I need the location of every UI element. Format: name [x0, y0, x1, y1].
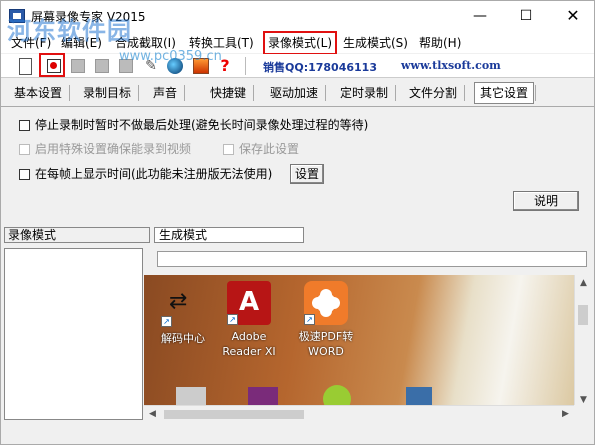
toolbar-separator — [245, 57, 246, 75]
scrollbar-corner — [574, 405, 591, 422]
option-label: 保存此设置 — [239, 142, 300, 156]
tab-generate-mode[interactable]: 生成模式 — [154, 227, 304, 243]
tab-scheduled-record[interactable]: 定时录制 — [335, 83, 397, 103]
website-link[interactable]: www.tlxsoft.com — [401, 59, 501, 72]
option-save-settings[interactable]: 保存此设置 — [223, 140, 299, 157]
menu-bar: 文件(F) 编辑(E) 合成截取(I) 转换工具(T) 录像模式(L) 生成模式… — [1, 31, 594, 55]
globe-icon[interactable] — [167, 58, 183, 74]
settings-tabs: 基本设置 录制目标 声音 快捷键 驱动加速 定时录制 文件分割 其它设置 — [1, 81, 594, 105]
minimize-button[interactable]: — — [457, 1, 503, 31]
other-settings-panel: 停止录制时暂时不做最后处理(避免长时间录像处理过程的等待) 启用特殊设置确保能录… — [1, 106, 594, 224]
toolbar: ✎ ? 销售QQ:178046113 www.tlxsoft.com — [1, 53, 594, 78]
desktop-icon-label: 解码中心 — [161, 332, 205, 345]
generate-mode-panel: 生成模式 ⇄ ↗ 解码中心 A ↗ Adobe Reader XI ↗ 极速PD… — [144, 227, 594, 422]
desktop-icon-adobe-reader[interactable]: A ↗ Adobe Reader XI — [216, 281, 282, 359]
close-button[interactable]: ✕ — [550, 1, 594, 31]
decode-arrows-icon: ⇄ ↗ — [161, 283, 205, 327]
disabled-tool-icon[interactable] — [95, 59, 109, 73]
option-show-time[interactable]: 在每帧上显示时间(此功能未注册版无法使用) — [19, 165, 272, 182]
tab-record-mode[interactable]: 录像模式 — [4, 227, 150, 243]
scroll-thumb[interactable] — [164, 410, 304, 419]
tab-basic-settings[interactable]: 基本设置 — [9, 83, 71, 103]
help-icon[interactable]: ? — [215, 56, 235, 76]
option-label: 停止录制时暂时不做最后处理(避免长时间录像处理过程的等待) — [35, 118, 369, 132]
description-button[interactable]: 说明 — [513, 191, 579, 211]
checkbox[interactable] — [19, 169, 30, 180]
desktop-icon-pdf-to-word[interactable]: ↗ 极速PDF转WORD — [293, 281, 359, 359]
tab-driver-acceleration[interactable]: 驱动加速 — [265, 83, 327, 103]
title-bar[interactable]: 屏幕录像专家 V2015 — ☐ ✕ — [1, 1, 594, 31]
desktop-icon-decode-center[interactable]: ⇄ ↗ 解码中心 — [150, 283, 216, 346]
shortcut-arrow-icon: ↗ — [161, 316, 172, 327]
shortcut-arrow-icon: ↗ — [304, 314, 315, 325]
tab-file-split[interactable]: 文件分割 — [404, 83, 466, 103]
tab-other-settings[interactable]: 其它设置 — [474, 82, 537, 104]
tool-icon[interactable]: ✎ — [141, 56, 161, 76]
option-special-settings[interactable]: 启用特殊设置确保能录到视频 — [19, 140, 191, 157]
maximize-button[interactable]: ☐ — [503, 1, 549, 31]
window-title: 屏幕录像专家 V2015 — [31, 10, 146, 24]
disabled-tool-icon[interactable] — [119, 59, 133, 73]
checkbox[interactable] — [223, 144, 234, 155]
tab-record-target[interactable]: 录制目标 — [78, 83, 140, 103]
menu-convert-tools[interactable]: 转换工具(T) — [185, 34, 258, 52]
scroll-left-icon[interactable]: ◀ — [144, 406, 161, 423]
desktop-icon-label: 极速PDF转WORD — [298, 330, 354, 358]
sales-qq-label: 销售QQ:178046113 — [263, 61, 377, 74]
path-bar[interactable] — [157, 251, 587, 267]
disabled-tool-icon[interactable] — [71, 59, 85, 73]
option-label: 在每帧上显示时间(此功能未注册版无法使用) — [35, 167, 273, 181]
menu-generate-mode[interactable]: 生成模式(S) — [339, 34, 412, 52]
checkbox[interactable] — [19, 144, 30, 155]
desktop-preview[interactable]: ⇄ ↗ 解码中心 A ↗ Adobe Reader XI ↗ 极速PDF转WOR… — [144, 275, 581, 409]
scroll-right-icon[interactable]: ▶ — [557, 406, 574, 423]
menu-help[interactable]: 帮助(H) — [415, 34, 465, 52]
option-pause-processing[interactable]: 停止录制时暂时不做最后处理(避免长时间录像处理过程的等待) — [19, 116, 368, 133]
new-file-icon[interactable] — [15, 56, 35, 76]
menu-edit[interactable]: 编辑(E) — [57, 34, 106, 52]
pdf-to-word-icon: ↗ — [304, 281, 348, 325]
vertical-scrollbar[interactable]: ▲ ▼ — [574, 275, 591, 409]
tab-hotkeys[interactable]: 快捷键 — [205, 83, 255, 103]
menu-compose[interactable]: 合成截取(I) — [111, 34, 180, 52]
picture-icon[interactable] — [193, 58, 209, 74]
shortcut-arrow-icon: ↗ — [227, 314, 238, 325]
adobe-reader-icon: A ↗ — [227, 281, 271, 325]
app-window: 屏幕录像专家 V2015 — ☐ ✕ 文件(F) 编辑(E) 合成截取(I) 转… — [0, 0, 595, 445]
menu-file[interactable]: 文件(F) — [7, 34, 55, 52]
recording-list[interactable] — [4, 248, 143, 420]
record-mode-panel: 录像模式 — [4, 227, 150, 421]
tab-sound[interactable]: 声音 — [148, 83, 186, 103]
menu-record-mode[interactable]: 录像模式(L) — [263, 31, 338, 55]
desktop-icon-label: Adobe Reader XI — [222, 330, 276, 358]
checkbox[interactable] — [19, 120, 30, 131]
option-label: 启用特殊设置确保能录到视频 — [35, 142, 192, 156]
horizontal-scrollbar[interactable]: ◀ ▶ — [144, 405, 574, 422]
record-icon[interactable] — [43, 56, 63, 76]
set-button[interactable]: 设置 — [290, 164, 324, 184]
app-logo-icon — [9, 9, 25, 23]
scroll-up-icon[interactable]: ▲ — [575, 275, 592, 292]
scroll-thumb[interactable] — [578, 305, 588, 325]
